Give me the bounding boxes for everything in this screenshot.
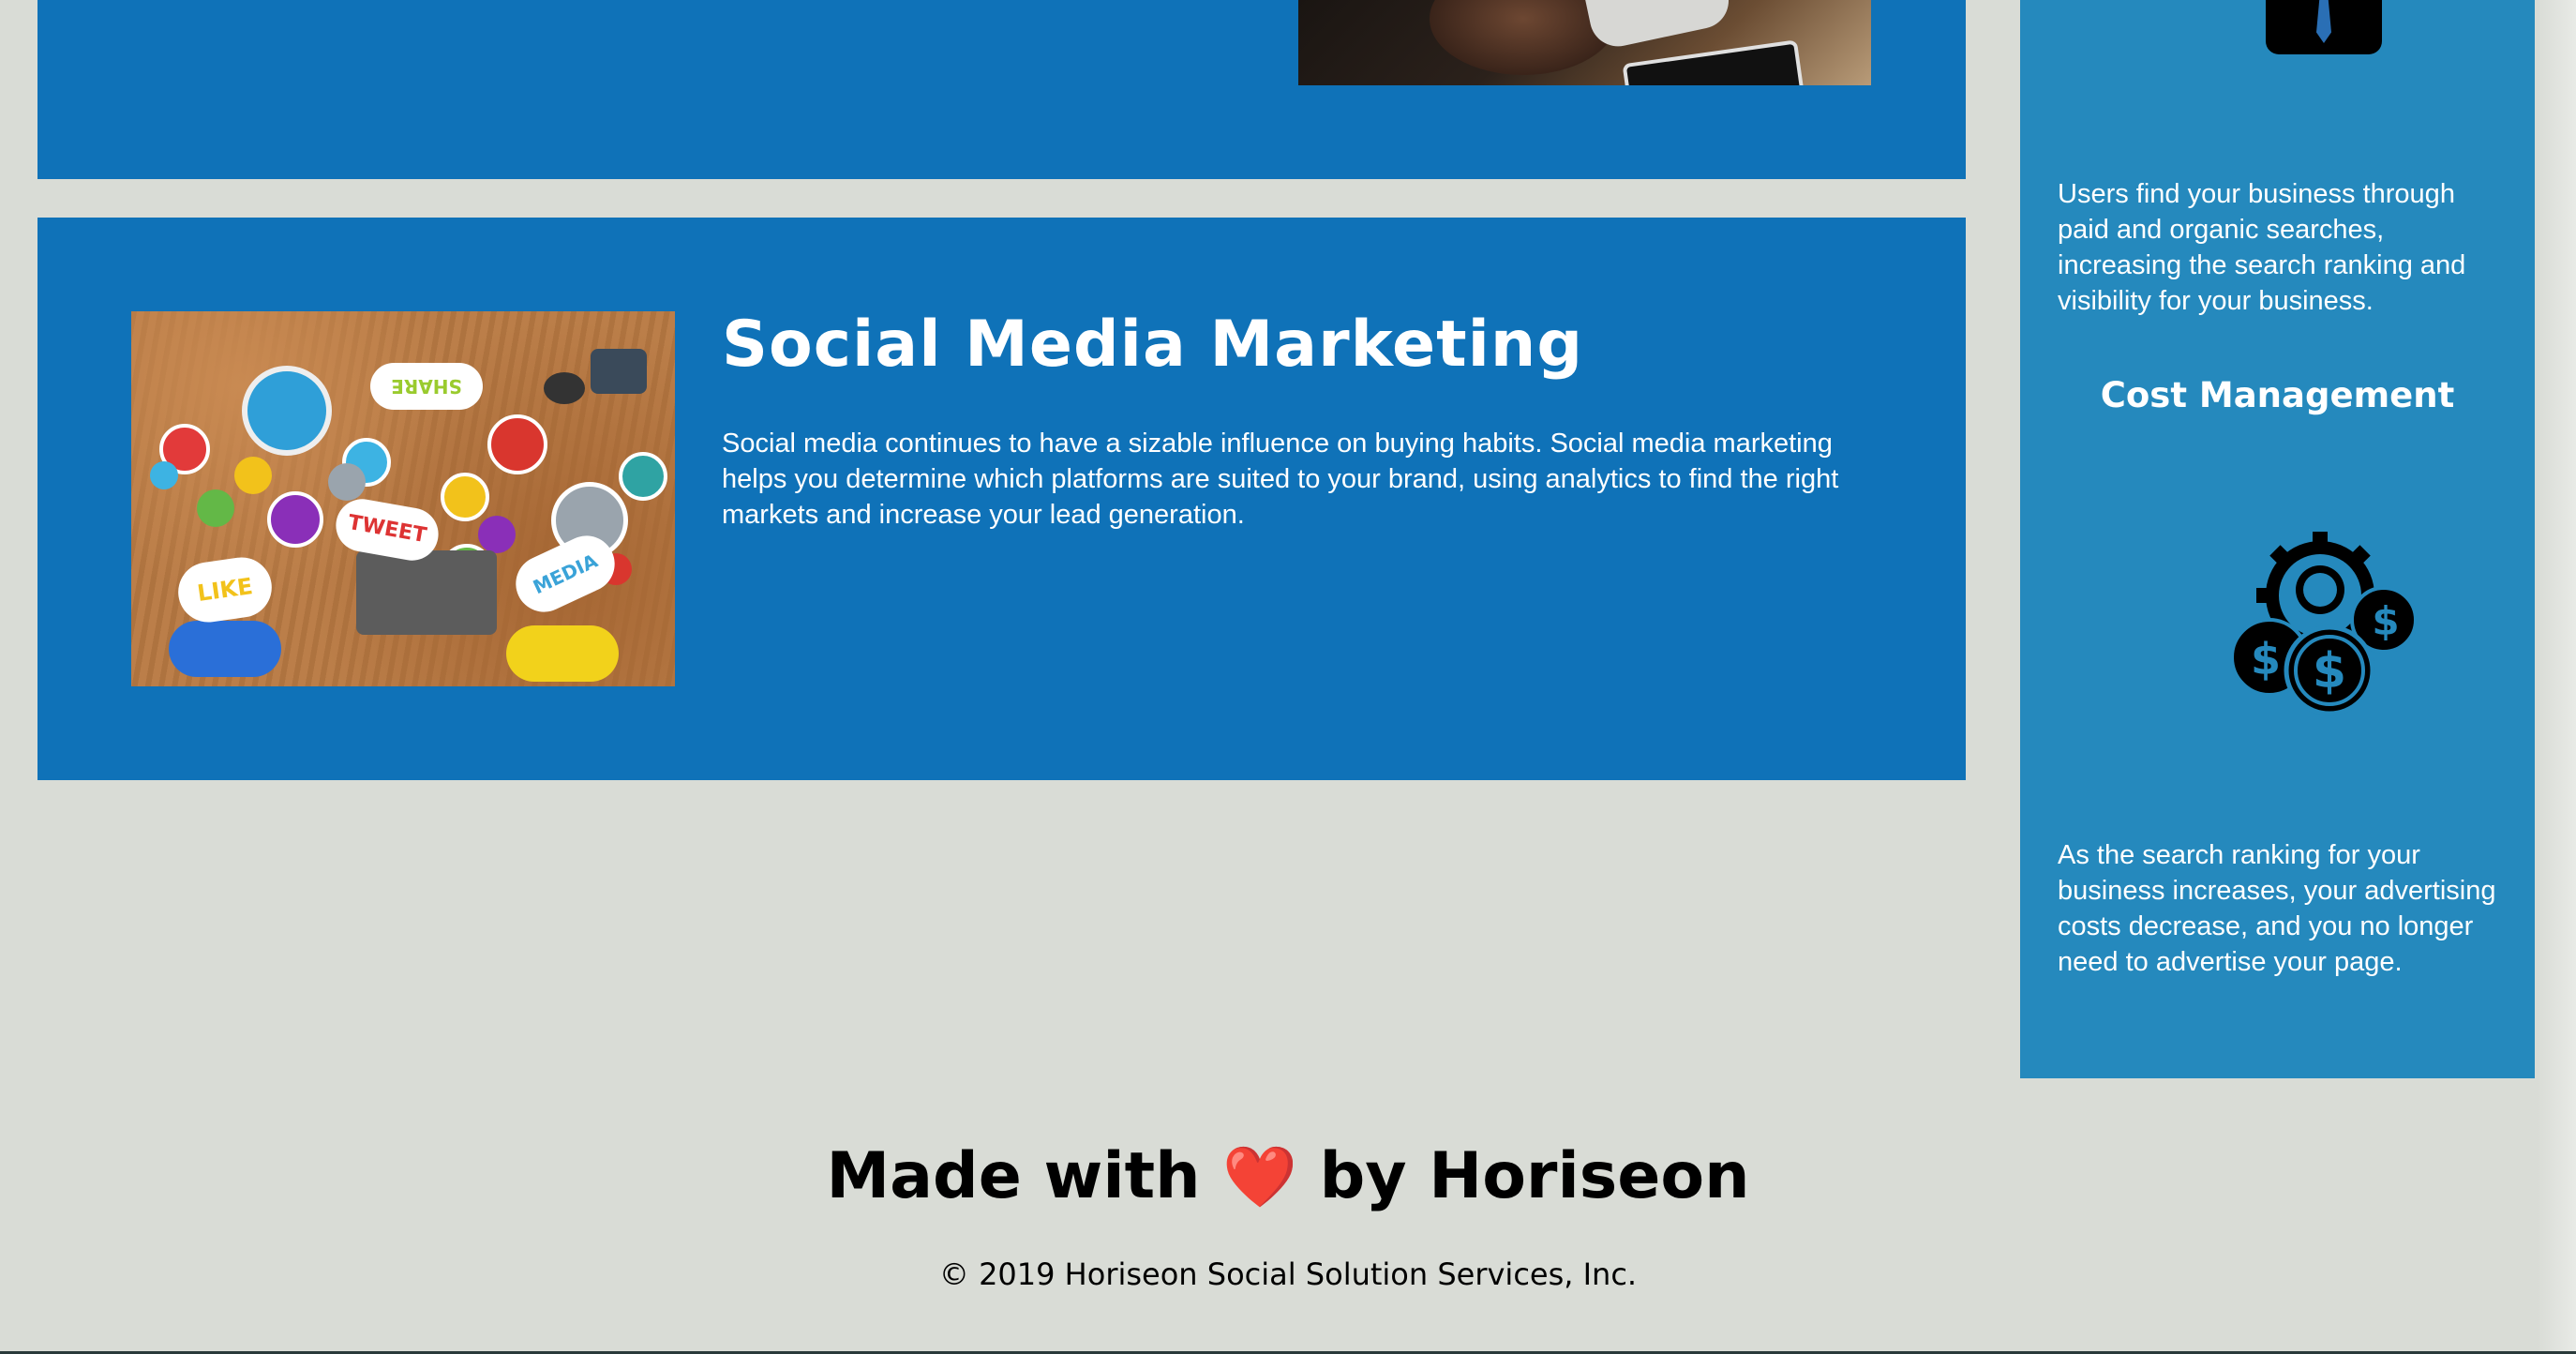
footer-made-with: Made with — [826, 1139, 1201, 1213]
business-person-icon — [2266, 0, 2382, 54]
cost-management-text: As the search ranking for your business … — [2058, 840, 2496, 977]
footer-by-horiseon: by Horiseon — [1319, 1139, 1750, 1213]
page: SHARE TWEET LIKE MEDIA Social Media Mark… — [0, 0, 2576, 1354]
search-benefit-text: Users find your business through paid an… — [2058, 179, 2466, 316]
share-bubble: SHARE — [370, 363, 483, 410]
footer-copyright: © 2019 Horiseon Social Solution Services… — [938, 1256, 1638, 1292]
cost-management-heading: Cost Management — [2100, 375, 2455, 415]
svg-text:$: $ — [2251, 634, 2281, 685]
like-bubble: LIKE — [174, 553, 276, 626]
svg-text:$: $ — [2313, 643, 2346, 700]
svg-text:$: $ — [2372, 598, 2399, 644]
social-media-title: Social Media Marketing — [722, 308, 1584, 382]
social-media-marketing-card: SHARE TWEET LIKE MEDIA Social Media Mark… — [37, 218, 1966, 780]
tweet-bubble: TWEET — [331, 494, 443, 565]
previous-content-card — [37, 0, 1966, 179]
previous-section-image — [1298, 0, 1871, 85]
benefits-sidebar: Users find your business through paid an… — [2020, 0, 2535, 1078]
heart-icon: ❤️ — [1222, 1143, 1297, 1212]
social-media-image: SHARE TWEET LIKE MEDIA — [131, 311, 675, 686]
scrollbar-gutter — [2537, 0, 2576, 1354]
social-media-description: Social media continues to have a sizable… — [722, 429, 1839, 530]
footer-title: Made with ❤️ by Horiseon — [0, 1136, 2576, 1218]
cost-management-icon: $ $ $ — [2230, 532, 2418, 716]
